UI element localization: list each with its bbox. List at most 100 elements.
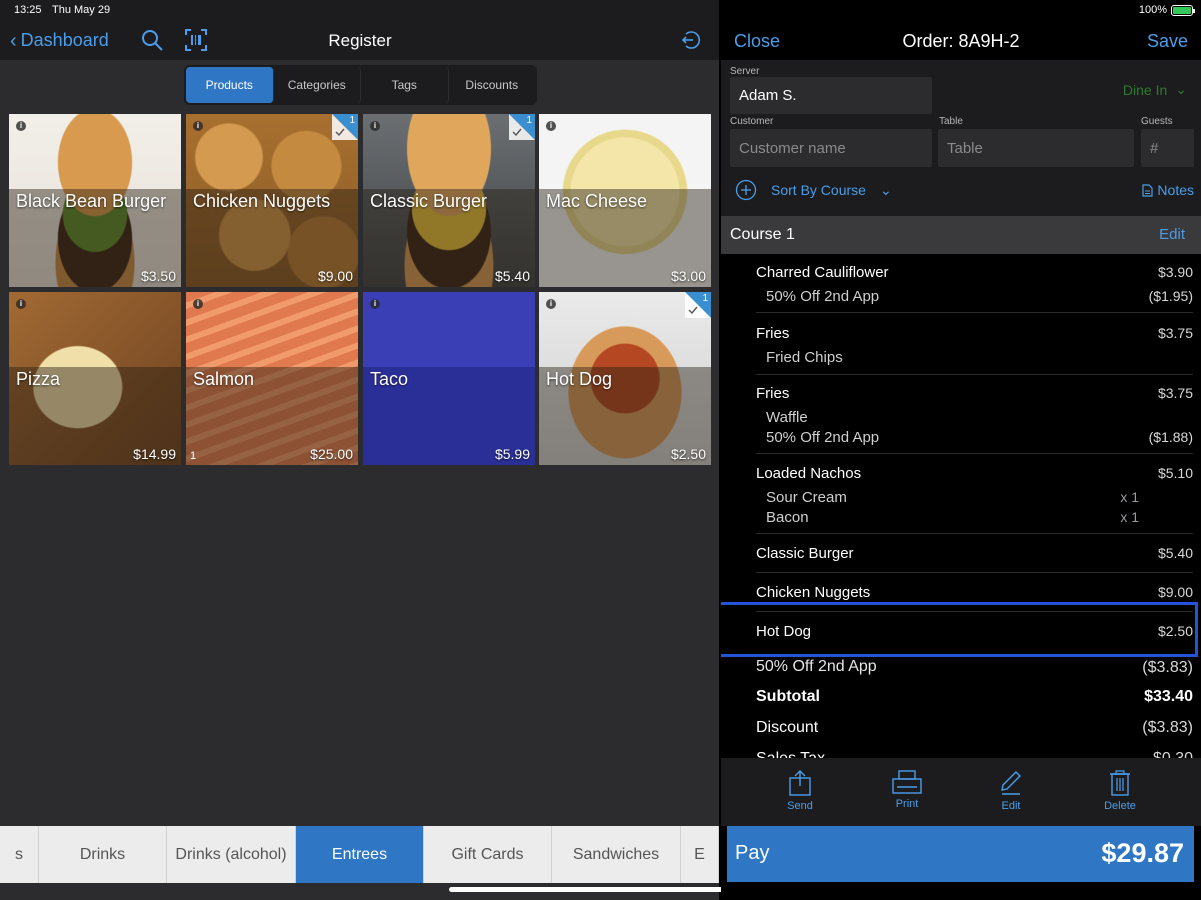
notes-label: Notes	[1157, 182, 1194, 198]
save-button[interactable]: Save	[1147, 31, 1188, 52]
line-item-name: Fries	[756, 325, 790, 342]
send-icon	[789, 770, 811, 796]
product-tile[interactable]: i Hot Dog $2.50 1	[539, 292, 711, 465]
total-label: Sales Tax	[756, 750, 825, 758]
order-line-item[interactable]: Classic Burger $5.40	[756, 545, 1193, 565]
guests-field[interactable]: #	[1141, 129, 1194, 167]
product-price: $5.40	[494, 268, 530, 284]
in-order-count: 1	[349, 115, 355, 126]
modifier-text: Sour Cream	[766, 489, 847, 506]
stock-qty: 1	[190, 450, 197, 462]
send-label: Send	[787, 800, 813, 812]
line-item-name: Charred Cauliflower	[756, 264, 889, 281]
order-line-item[interactable]: Chicken Nuggets $9.00	[756, 584, 1193, 604]
category-tab[interactable]: Entrees	[296, 826, 424, 883]
modifier-qty: x 1	[1120, 489, 1139, 505]
battery-icon	[1171, 4, 1195, 16]
course-title: Course 1	[730, 226, 795, 243]
info-icon[interactable]: i	[193, 121, 203, 131]
server-field[interactable]: Adam S.	[730, 77, 932, 114]
modifier-price: ($1.88)	[1148, 429, 1193, 445]
product-tile[interactable]: i Classic Burger $5.40 1	[363, 114, 535, 287]
category-tab[interactable]: s	[0, 826, 39, 883]
dine-mode-select[interactable]: Dine In ⌄	[1123, 81, 1187, 98]
total-label: Subtotal	[756, 688, 820, 705]
product-tile[interactable]: i Salmon $25.00 1	[186, 292, 358, 465]
customer-name-field[interactable]: Customer name	[730, 129, 932, 167]
search-icon[interactable]	[140, 28, 164, 52]
register-header: 13:25 Thu May 29 ‹ Dashboard Register	[0, 0, 719, 60]
product-name: Taco	[370, 369, 409, 389]
category-tab[interactable]: Drinks	[39, 826, 167, 883]
product-grid: i Black Bean Burger $3.50 i Chicken Nuggets $…	[9, 114, 712, 465]
sort-by-course-button[interactable]: Sort By Course ⌄	[735, 179, 892, 201]
line-item-price: $3.90	[1157, 264, 1193, 280]
order-title: Order: 8A9H-2	[902, 31, 1020, 51]
send-button[interactable]: Send	[770, 770, 830, 812]
line-modifier: Waffle	[756, 409, 1193, 429]
segment-products[interactable]: Products	[186, 67, 274, 103]
info-icon[interactable]: i	[546, 121, 556, 131]
info-icon[interactable]: i	[546, 299, 556, 309]
line-modifier: Sour Cream x 1	[756, 489, 1193, 509]
category-tab[interactable]: E	[681, 826, 719, 883]
chevron-down-icon: ⌄	[879, 181, 892, 198]
product-name: Chicken Nuggets	[193, 191, 331, 211]
category-tab[interactable]: Drinks (alcohol)	[167, 826, 296, 883]
product-price: $3.00	[670, 268, 706, 284]
home-indicator	[449, 887, 753, 892]
product-tile[interactable]: i Black Bean Burger $3.50	[9, 114, 181, 287]
info-icon[interactable]: i	[370, 121, 380, 131]
back-label: Dashboard	[20, 30, 109, 50]
order-pane: 100% Close Order: 8A9H-2 Save Server Ada…	[721, 0, 1201, 900]
delete-button[interactable]: Delete	[1090, 770, 1150, 812]
order-line-item[interactable]: Charred Cauliflower $3.90	[756, 264, 1193, 284]
barcode-scan-icon[interactable]	[184, 28, 208, 52]
edit-label: Edit	[1001, 800, 1021, 812]
status-date: Thu May 29	[52, 4, 111, 16]
line-item-name: Chicken Nuggets	[756, 584, 871, 601]
line-item-price: $9.00	[1157, 584, 1193, 600]
print-button[interactable]: Print	[877, 770, 937, 810]
pay-button[interactable]: Pay $29.87	[727, 826, 1194, 882]
total-label: Discount	[756, 719, 819, 736]
back-to-dashboard-button[interactable]: ‹ Dashboard	[10, 30, 109, 51]
delete-label: Delete	[1104, 800, 1136, 812]
segment-discounts[interactable]: Discounts	[449, 67, 536, 103]
product-name: Pizza	[16, 369, 61, 389]
info-icon[interactable]: i	[16, 299, 26, 309]
segment-categories[interactable]: Categories	[274, 67, 361, 103]
info-icon[interactable]: i	[193, 299, 203, 309]
line-item-name: Loaded Nachos	[756, 465, 862, 482]
product-tile[interactable]: i Chicken Nuggets $9.00 1	[186, 114, 358, 287]
add-course-icon[interactable]	[735, 179, 757, 201]
table-field[interactable]: Table	[938, 129, 1134, 167]
customer-label: Customer	[730, 116, 774, 127]
product-tile[interactable]: i Taco $5.99	[363, 292, 535, 465]
order-line-item[interactable]: Loaded Nachos $5.10	[756, 465, 1193, 485]
info-icon[interactable]: i	[16, 121, 26, 131]
print-label: Print	[895, 798, 919, 810]
product-tile[interactable]: i Pizza $14.99	[9, 292, 181, 465]
category-tab[interactable]: Sandwiches	[552, 826, 681, 883]
order-line-list: Charred Cauliflower $3.90 50% Off 2nd App (…	[721, 254, 1201, 758]
category-tab[interactable]: Gift Cards	[424, 826, 552, 883]
order-line-item[interactable]: Fries $3.75	[756, 385, 1193, 405]
product-price: $14.99	[133, 446, 176, 462]
segment-tags[interactable]: Tags	[361, 67, 449, 103]
info-icon[interactable]: i	[370, 299, 380, 309]
order-discount-amount: ($3.83)	[1142, 659, 1193, 676]
close-button[interactable]: Close	[734, 31, 780, 52]
order-line-item[interactable]: Fries $3.75	[756, 325, 1193, 345]
course-edit-button[interactable]: Edit	[1159, 226, 1185, 243]
logout-icon[interactable]	[680, 28, 704, 52]
pay-amount: $29.87	[1101, 838, 1184, 868]
product-tile[interactable]: i Mac Cheese $3.00	[539, 114, 711, 287]
in-order-count: 1	[526, 115, 532, 126]
line-modifier: 50% Off 2nd App ($1.95)	[756, 288, 1193, 308]
modifier-text: Bacon	[766, 509, 809, 526]
modifier-text: Waffle	[766, 409, 808, 426]
product-name: Hot Dog	[546, 369, 613, 389]
notes-button[interactable]: Notes	[1142, 182, 1194, 198]
edit-button[interactable]: Edit	[981, 770, 1041, 812]
